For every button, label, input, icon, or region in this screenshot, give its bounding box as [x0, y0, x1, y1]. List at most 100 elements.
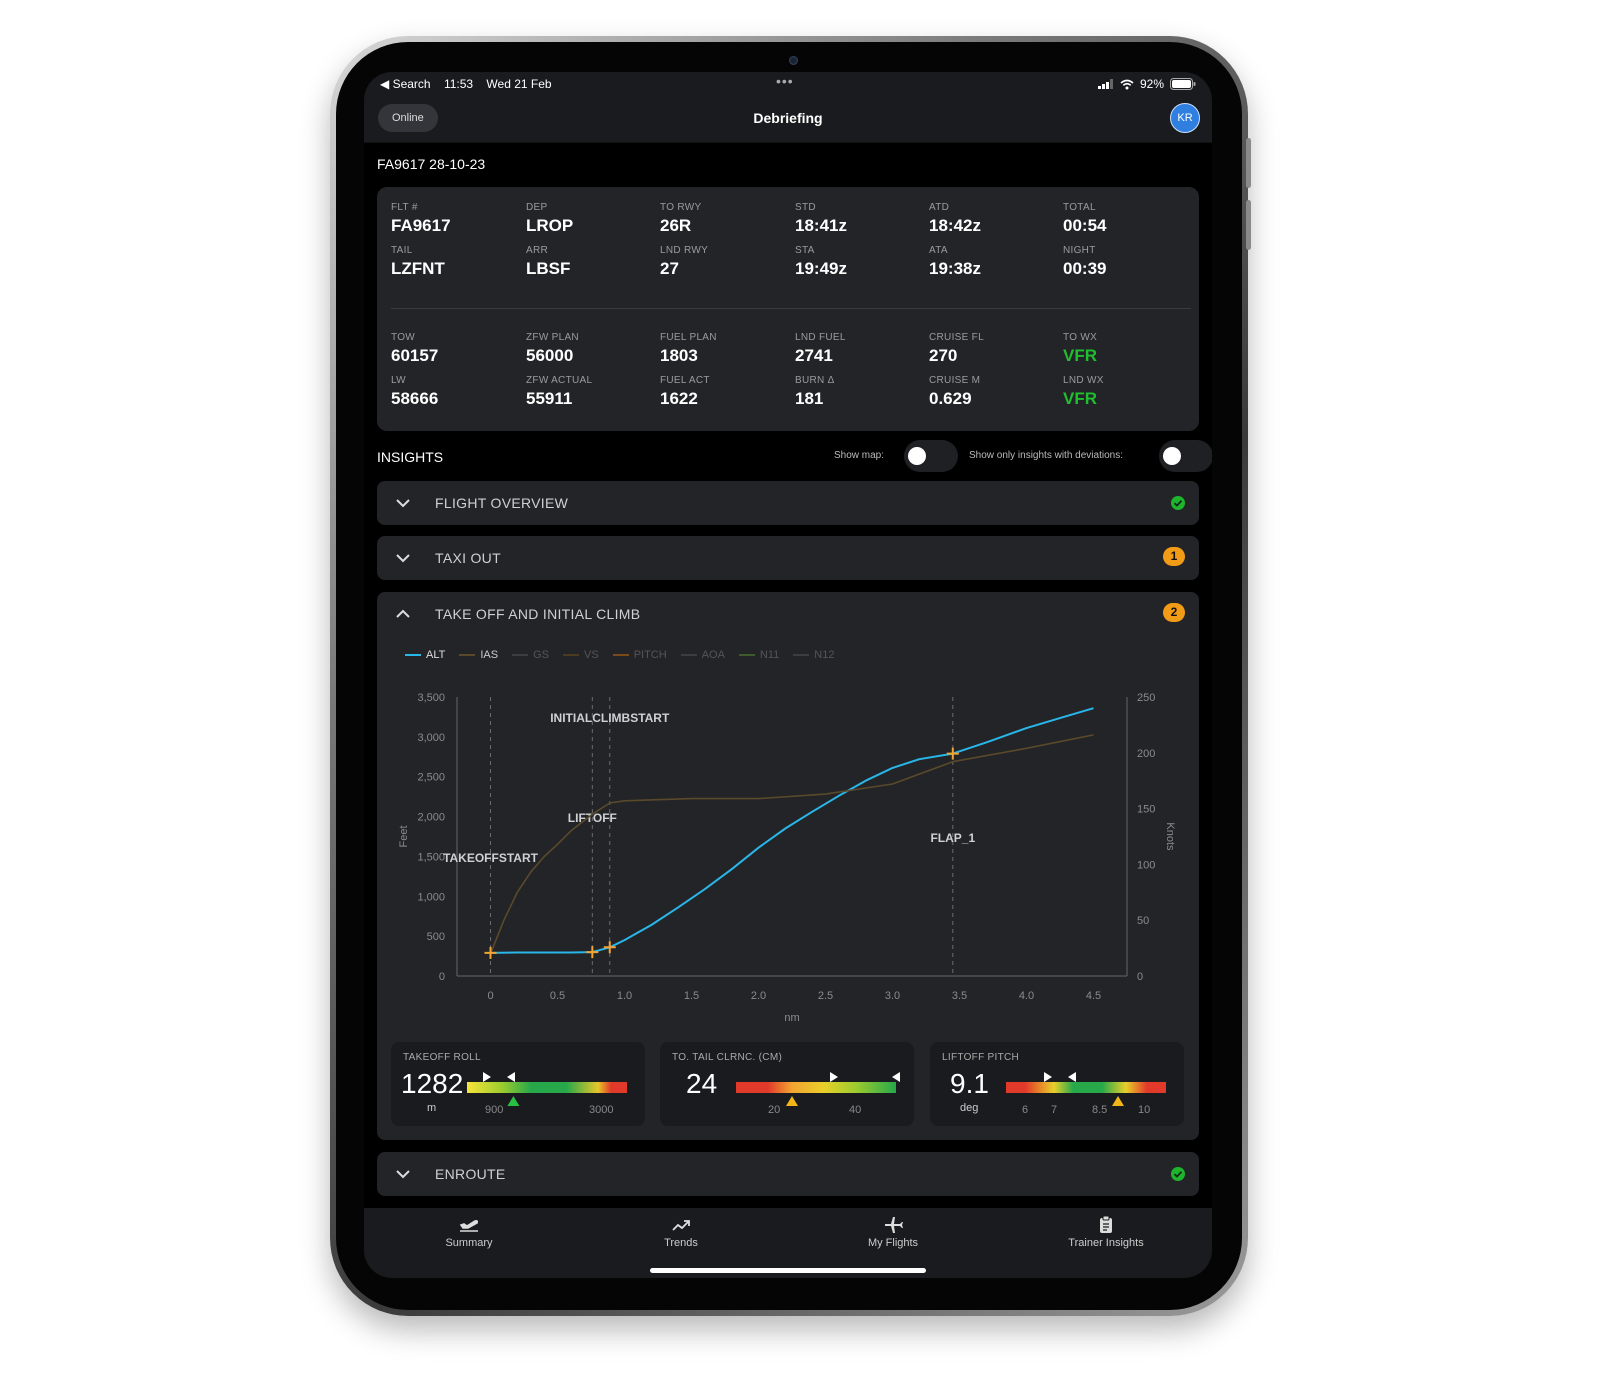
gauge-unit: m	[427, 1102, 437, 1114]
summary-cell-lw: LW 58666	[391, 375, 438, 409]
gauge-tick: 6	[1022, 1104, 1029, 1116]
summary-cell-fuel-plan: FUEL PLAN 1803	[660, 332, 717, 366]
show-map-toggle[interactable]	[904, 440, 958, 472]
summary-value: 18:41z	[795, 216, 847, 235]
summary-value: 2741	[795, 346, 833, 365]
x-axis-label: nm	[784, 1012, 799, 1024]
summary-label: NIGHT	[1063, 245, 1096, 256]
summary-value: 18:42z	[929, 216, 981, 235]
gauge-unit: deg	[960, 1102, 979, 1114]
event-label: TAKEOFFSTART	[443, 851, 539, 865]
summary-value: LZFNT	[391, 259, 445, 278]
summary-label: TO WX	[1063, 332, 1098, 343]
section-title: FLIGHT OVERVIEW	[435, 495, 569, 511]
range-start-marker-icon	[830, 1072, 838, 1082]
check-icon	[1171, 1167, 1185, 1181]
summary-cell-burn-delta: BURN Δ 181	[795, 375, 835, 409]
airplane-icon	[885, 1217, 903, 1233]
status-bar: ◀ Search 11:53 Wed 21 Feb ••• 92%	[364, 72, 1212, 96]
flight-summary-card: FLT # FA9617 DEP LROP TO RWY 26R STD 18:41z …	[377, 187, 1199, 431]
summary-cell-cruise-m: CRUISE M 0.629	[929, 375, 980, 409]
x-tick-label: 4.0	[1019, 990, 1034, 1002]
home-indicator[interactable]	[650, 1268, 926, 1273]
summary-label: ATA	[929, 245, 948, 256]
range-start-marker-icon	[483, 1072, 491, 1082]
summary-divider	[391, 308, 1191, 309]
summary-cell-ata: ATA 19:38z	[929, 245, 981, 279]
range-start-marker-icon	[1044, 1072, 1052, 1082]
summary-label: ATD	[929, 202, 950, 213]
tab-label: My Flights	[867, 1237, 919, 1249]
summary-label: TOW	[391, 332, 416, 343]
chevron-down-icon[interactable]	[395, 1166, 411, 1182]
summary-cell-zfw-plan: ZFW PLAN 56000	[526, 332, 579, 366]
gauge-label: TO. TAIL CLRNC. (CM)	[672, 1052, 783, 1063]
gauge-tail-clearance: TO. TAIL CLRNC. (CM) 24 20 40	[660, 1042, 914, 1126]
summary-label: ARR	[526, 245, 549, 256]
section-flight-overview[interactable]: FLIGHT OVERVIEW	[377, 481, 1199, 525]
gauge-takeoff-roll: TAKEOFF ROLL 1282 m 900 3000	[391, 1042, 645, 1126]
clipboard-icon	[1100, 1215, 1112, 1233]
summary-label: STD	[795, 202, 816, 213]
summary-value: LBSF	[526, 259, 571, 278]
gauge-liftoff-pitch: LIFTOFF PITCH 9.1 deg 6 7 8.5 10	[930, 1042, 1184, 1126]
summary-cell-atd: ATD 18:42z	[929, 202, 981, 236]
gauge-tick: 8.5	[1092, 1104, 1108, 1116]
summary-cell-to-wx: TO WX VFR	[1063, 332, 1097, 366]
summary-value: 270	[929, 346, 958, 365]
show-deviations-toggle[interactable]	[1159, 440, 1212, 472]
camera-dot	[789, 56, 798, 65]
gauge-label: LIFTOFF PITCH	[942, 1052, 1020, 1063]
back-to-search-link[interactable]: ◀ Search	[380, 77, 431, 91]
summary-cell-std: STD 18:41z	[795, 202, 847, 236]
multitask-dots-icon[interactable]: •••	[776, 73, 794, 89]
y-axis-label-right: Knots	[1164, 822, 1176, 851]
status-date: Wed 21 Feb	[486, 77, 552, 91]
gauge-tick: 40	[849, 1104, 862, 1116]
summary-cell-dep: DEP LROP	[526, 202, 573, 236]
tab-trends[interactable]: Trends	[611, 1214, 751, 1249]
tab-my-flights[interactable]: My Flights	[823, 1214, 963, 1249]
section-enroute[interactable]: ENROUTE	[377, 1152, 1199, 1196]
gauge-tick: 7	[1051, 1104, 1058, 1116]
summary-value: 1803	[660, 346, 698, 365]
gauge-label: TAKEOFF ROLL	[403, 1052, 481, 1063]
event-label: FLAP_1	[930, 831, 975, 845]
summary-value: 1622	[660, 389, 698, 408]
summary-value: 27	[660, 259, 679, 278]
summary-cell-fuel-act: FUEL ACT 1622	[660, 375, 710, 409]
y-tick-label-right: 50	[1137, 915, 1149, 927]
toggle-knob	[1163, 447, 1181, 465]
tab-summary[interactable]: Summary	[399, 1214, 539, 1249]
value-marker-icon	[786, 1096, 798, 1106]
summary-label: LW	[391, 375, 406, 386]
event-label: INITIALCLIMBSTART	[550, 711, 670, 725]
summary-label: ZFW ACTUAL	[526, 375, 593, 386]
screen: ◀ Search 11:53 Wed 21 Feb ••• 92% Online…	[364, 72, 1212, 1278]
takeoff-chart: 0 500 1,000 1,500 2,000 2,500 3,000 3,500 0 50 100…	[398, 692, 1176, 1024]
section-title: TAXI OUT	[435, 550, 501, 566]
x-tick-label: 1.5	[684, 990, 699, 1002]
series-line-ias	[489, 734, 1094, 954]
summary-label: DEP	[526, 202, 548, 213]
avatar[interactable]: KR	[1170, 103, 1200, 133]
section-taxi-out[interactable]: TAXI OUT 1	[377, 536, 1199, 580]
summary-cell-zfw-actual: ZFW ACTUAL 55911	[526, 375, 592, 409]
summary-cell-night: NIGHT 00:39	[1063, 245, 1106, 279]
insights-header: INSIGHTS Show map: Show only insights wi…	[377, 440, 1212, 474]
chevron-down-icon[interactable]	[395, 550, 411, 566]
chevron-down-icon[interactable]	[395, 495, 411, 511]
range-end-marker-icon	[892, 1072, 900, 1082]
summary-value: 00:39	[1063, 259, 1107, 278]
tab-label: Trainer Insights	[1068, 1237, 1144, 1249]
x-tick-label: 0	[487, 990, 493, 1002]
trend-up-icon	[672, 1220, 690, 1231]
tab-trainer-insights[interactable]: Trainer Insights	[1036, 1214, 1176, 1249]
y-tick-label-left: 3,500	[417, 692, 445, 704]
nav-bar: Online Debriefing KR	[364, 96, 1212, 143]
x-tick-label: 3.0	[885, 990, 900, 1002]
gauge-value: 9.1	[950, 1068, 989, 1099]
y-tick-label-right: 100	[1137, 859, 1155, 871]
summary-value: 00:54	[1063, 216, 1107, 235]
toggle-knob	[908, 447, 926, 465]
